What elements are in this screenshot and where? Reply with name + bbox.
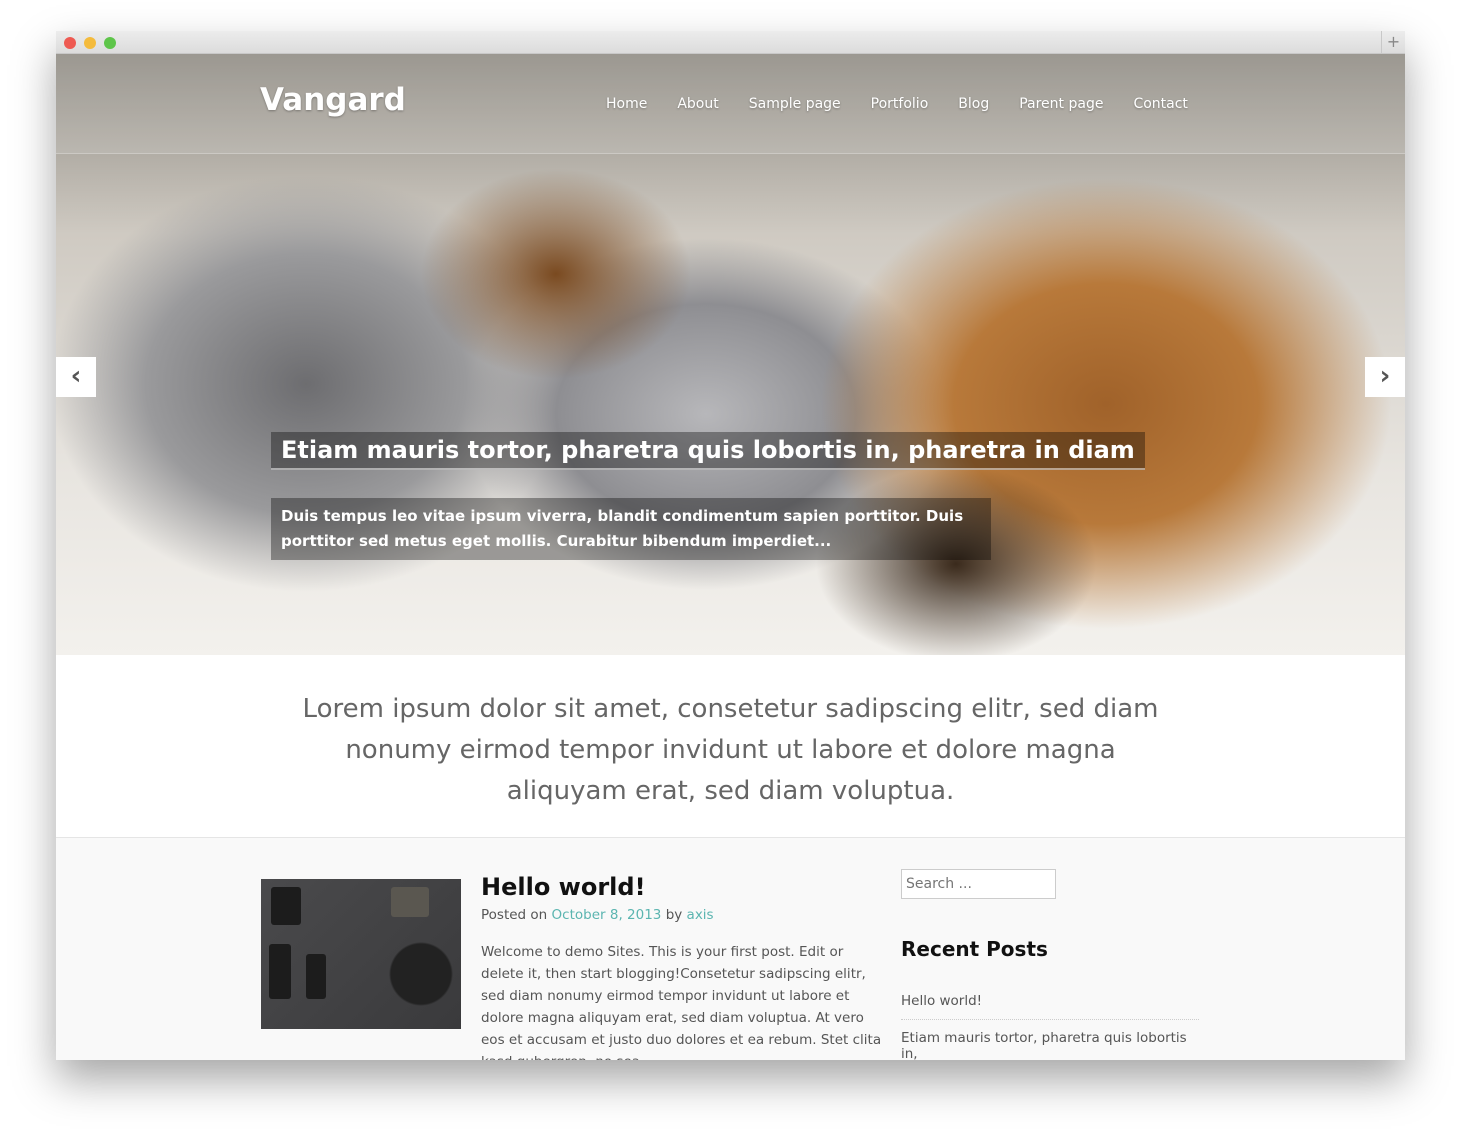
recent-post-link[interactable]: Etiam mauris tortor, pharetra quis lobor… [901, 1030, 1199, 1060]
posted-on-label: Posted on [481, 907, 548, 923]
post-author-link[interactable]: axis [687, 907, 714, 923]
intro-section: Lorem ipsum dolor sit amet, consetetur s… [56, 655, 1405, 838]
post-excerpt: Welcome to demo Sites. This is your firs… [481, 944, 882, 1060]
recent-posts-title: Recent Posts [901, 937, 1048, 961]
nav-home[interactable]: Home [606, 96, 647, 112]
intro-text: Lorem ipsum dolor sit amet, consetetur s… [302, 694, 1159, 806]
recent-post-link[interactable]: Hello world! [901, 993, 1199, 1020]
nav-sample-page[interactable]: Sample page [749, 96, 841, 112]
post-date-link[interactable]: October 8, 2013 [552, 907, 662, 923]
hero-slider: Vangard Home About Sample page Portfolio… [56, 54, 1405, 655]
chevron-right-icon[interactable]: › [1365, 357, 1405, 397]
post: Hello world! Posted on October 8, 2013 b… [481, 873, 886, 1060]
site-logo[interactable]: Vangard [260, 82, 406, 118]
minimize-button[interactable] [84, 37, 96, 49]
sidebar: Recent Posts Hello world! Etiam mauris t… [901, 869, 1199, 1060]
maximize-button[interactable] [104, 37, 116, 49]
slide-caption-title[interactable]: Etiam mauris tortor, pharetra quis lobor… [271, 432, 1145, 470]
site-header: Vangard Home About Sample page Portfolio… [56, 54, 1405, 154]
close-button[interactable] [64, 37, 76, 49]
nav-contact[interactable]: Contact [1133, 96, 1187, 112]
post-title[interactable]: Hello world! [481, 873, 886, 901]
post-thumbnail[interactable] [261, 879, 461, 1029]
nav-parent-page[interactable]: Parent page [1019, 96, 1103, 112]
nav-about[interactable]: About [677, 96, 718, 112]
nav-portfolio[interactable]: Portfolio [871, 96, 929, 112]
slide-caption-text: Duis tempus leo vitae ipsum viverra, bla… [271, 498, 991, 560]
main-nav: Home About Sample page Portfolio Blog Pa… [606, 96, 1188, 112]
title-bar: + [56, 31, 1405, 54]
content-area: Hello world! Posted on October 8, 2013 b… [56, 838, 1405, 1060]
by-label: by [665, 907, 683, 923]
chevron-left-icon[interactable]: ‹ [56, 357, 96, 397]
post-meta: Posted on October 8, 2013 by axis [481, 907, 886, 923]
search-input[interactable] [901, 869, 1056, 899]
browser-window: + Vangard Home About Sample page Portfol… [56, 31, 1405, 1060]
plus-icon[interactable]: + [1381, 31, 1405, 54]
nav-blog[interactable]: Blog [958, 96, 989, 112]
